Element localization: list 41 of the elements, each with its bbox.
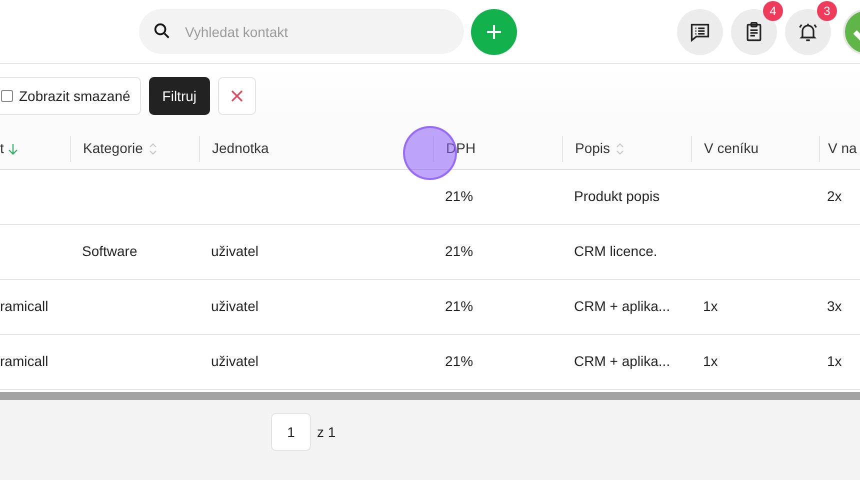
column-header[interactable]: V ceníku (704, 138, 758, 159)
table-cell: Produkt popis (574, 188, 660, 204)
table-cell: 21% (445, 353, 474, 369)
table-cell: CRM licence. (574, 243, 658, 259)
page-number-field[interactable]: 1 (271, 413, 311, 451)
column-header[interactable]: Jednotka (212, 138, 269, 159)
clear-filter-button[interactable] (218, 77, 256, 115)
messages-button[interactable] (677, 8, 723, 54)
table-cell: ramicall (0, 353, 48, 369)
notifications-button[interactable] (785, 8, 831, 54)
show-deleted-checkbox[interactable]: Zobrazit smazané (0, 77, 142, 115)
table-cell: 1x (703, 353, 718, 369)
page-total: z 1 (317, 422, 336, 442)
table-cell: uživatel (211, 243, 258, 259)
table-cell: 21% (445, 298, 474, 314)
count-badge: 3 (817, 0, 837, 20)
table-cell: 2x (827, 188, 842, 204)
table-cell: 1x (827, 353, 842, 369)
table-cell: uživatel (211, 353, 258, 369)
table-cell: 3x (827, 298, 842, 314)
tasks-button[interactable] (731, 8, 777, 54)
table-cell: Software (82, 243, 138, 259)
plus-icon (485, 22, 503, 40)
column-header[interactable]: Kategorie (83, 138, 143, 159)
column-header[interactable]: Popis (575, 138, 610, 159)
search-icon (152, 21, 172, 41)
column-header[interactable]: t (0, 138, 4, 159)
close-icon (230, 90, 243, 102)
add-button[interactable] (471, 8, 517, 54)
table-cell: 21% (445, 188, 474, 204)
table-cell: uživatel (211, 298, 258, 314)
count-badge: 4 (763, 0, 783, 20)
filter-button[interactable]: Filtruj (149, 77, 210, 115)
search-field[interactable]: Vyhledat kontakt (139, 9, 464, 54)
table-cell: 21% (445, 243, 474, 259)
table-cell: ramicall (0, 298, 48, 314)
table-cell: CRM + aplika... (574, 298, 670, 314)
table-cell: CRM + aplika... (574, 353, 670, 369)
horizontal-scrollbar[interactable] (0, 392, 860, 400)
table-cell: 1x (703, 298, 718, 314)
column-header[interactable]: V na (828, 138, 857, 159)
